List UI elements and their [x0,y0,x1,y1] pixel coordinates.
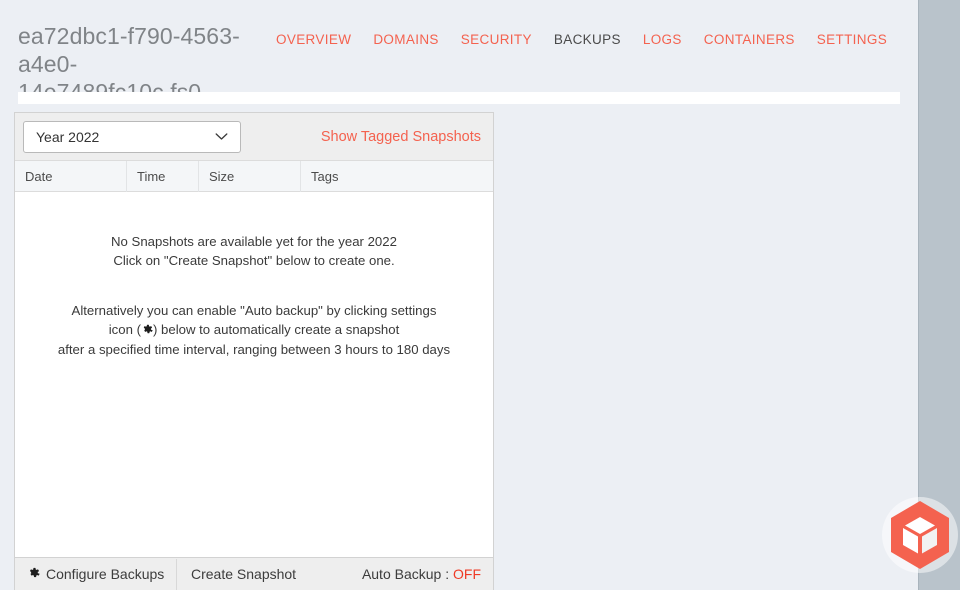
empty-state-line-1: No Snapshots are available yet for the y… [15,232,493,251]
year-select-value: Year 2022 [24,129,99,145]
tab-logs[interactable]: LOGS [643,30,682,49]
empty-state-line-4-post: ) below to automatically create a snapsh… [153,322,399,337]
create-snapshot-label: Create Snapshot [191,566,296,582]
column-header-date: Date [15,161,127,192]
header-divider-strip [18,92,900,104]
page-header: ea72dbc1-f790-4563-a4e0-14e7489fc10c.fs0… [0,0,918,92]
chevron-down-icon [215,128,228,146]
tab-overview[interactable]: OVERVIEW [276,30,351,49]
tab-security[interactable]: SECURITY [461,30,532,49]
column-header-size: Size [199,161,301,192]
tab-backups[interactable]: BACKUPS [554,30,621,49]
configure-backups-button[interactable]: Configure Backups [15,559,177,590]
tab-settings[interactable]: SETTINGS [817,30,887,49]
empty-state-line-4-pre: icon ( [109,322,141,337]
tab-containers[interactable]: CONTAINERS [704,30,795,49]
tab-domains[interactable]: DOMAINS [373,30,438,49]
column-header-tags: Tags [301,161,493,192]
main-nav: OVERVIEW DOMAINS SECURITY BACKUPS LOGS C… [276,30,887,49]
empty-state-message: No Snapshots are available yet for the y… [15,232,493,359]
create-snapshot-button[interactable]: Create Snapshot [177,559,327,590]
empty-state-line-5: after a specified time interval, ranging… [15,340,493,359]
app-logo [880,495,960,575]
configure-backups-label: Configure Backups [46,566,164,582]
year-select[interactable]: Year 2022 [23,121,241,153]
empty-state-line-4: icon ( ) below to automatically create a … [15,320,493,340]
gear-icon [141,321,153,340]
snapshots-table-header: Date Time Size Tags [15,161,493,192]
auto-backup-label: Auto Backup : [362,566,453,582]
column-header-time: Time [127,161,199,192]
panel-footer: Configure Backups Create Snapshot Auto B… [14,557,494,590]
show-tagged-snapshots-link[interactable]: Show Tagged Snapshots [321,129,481,145]
snapshots-table-body: No Snapshots are available yet for the y… [15,192,493,590]
gear-icon [27,566,40,582]
auto-backup-status: Auto Backup : OFF [362,566,493,582]
empty-state-line-3: Alternatively you can enable "Auto backu… [15,301,493,320]
cube-hexagon-logo-icon [880,495,960,575]
snapshots-panel: Year 2022 Show Tagged Snapshots Date Tim… [14,112,494,590]
auto-backup-state: OFF [453,566,481,582]
empty-state-line-2: Click on "Create Snapshot" below to crea… [15,251,493,270]
snapshots-toolbar: Year 2022 Show Tagged Snapshots [15,113,493,161]
app-root: ea72dbc1-f790-4563-a4e0-14e7489fc10c.fs0… [0,0,960,590]
